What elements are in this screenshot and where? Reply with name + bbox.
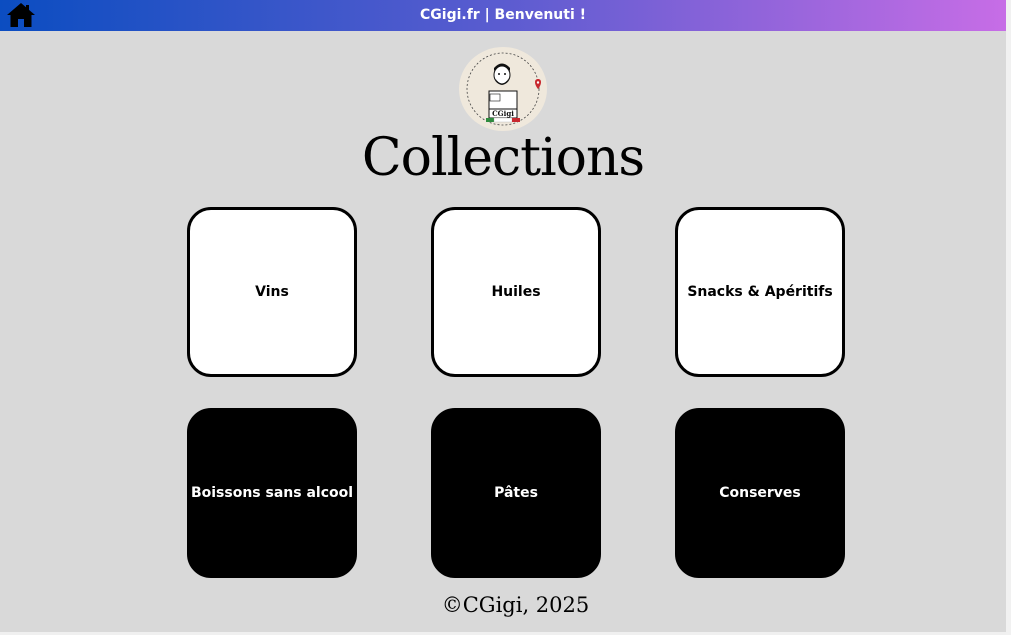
top-bar: CGigi.fr | Benvenuti ! — [0, 0, 1006, 31]
page: CGigi.fr | Benvenuti ! CGigi Collections… — [0, 0, 1011, 635]
collection-card-boissons-sans-alcool[interactable]: Boissons sans alcool — [187, 408, 357, 578]
collection-label: Boissons sans alcool — [190, 485, 354, 501]
collection-label: Snacks & Apéritifs — [687, 284, 833, 300]
collection-label: Huiles — [491, 284, 541, 300]
cgigi-logo: CGigi — [459, 47, 547, 131]
collection-label: Vins — [255, 284, 289, 300]
home-button[interactable] — [6, 2, 36, 28]
collection-card-huiles[interactable]: Huiles — [431, 207, 601, 377]
page-title: Collections — [361, 128, 645, 188]
collection-card-conserves[interactable]: Conserves — [675, 408, 845, 578]
collection-label: Conserves — [719, 485, 801, 501]
collection-card-snacks-aperitifs[interactable]: Snacks & Apéritifs — [675, 207, 845, 377]
home-icon — [7, 3, 35, 27]
footer-copyright: ©CGigi, 2025 — [441, 593, 590, 617]
site-title: CGigi.fr | Benvenuti ! — [420, 7, 586, 23]
svg-text:CGigi: CGigi — [492, 109, 514, 118]
collection-label: Pâtes — [494, 485, 538, 501]
collection-card-vins[interactable]: Vins — [187, 207, 357, 377]
collection-card-pates[interactable]: Pâtes — [431, 408, 601, 578]
scrollbar[interactable] — [1006, 0, 1011, 635]
